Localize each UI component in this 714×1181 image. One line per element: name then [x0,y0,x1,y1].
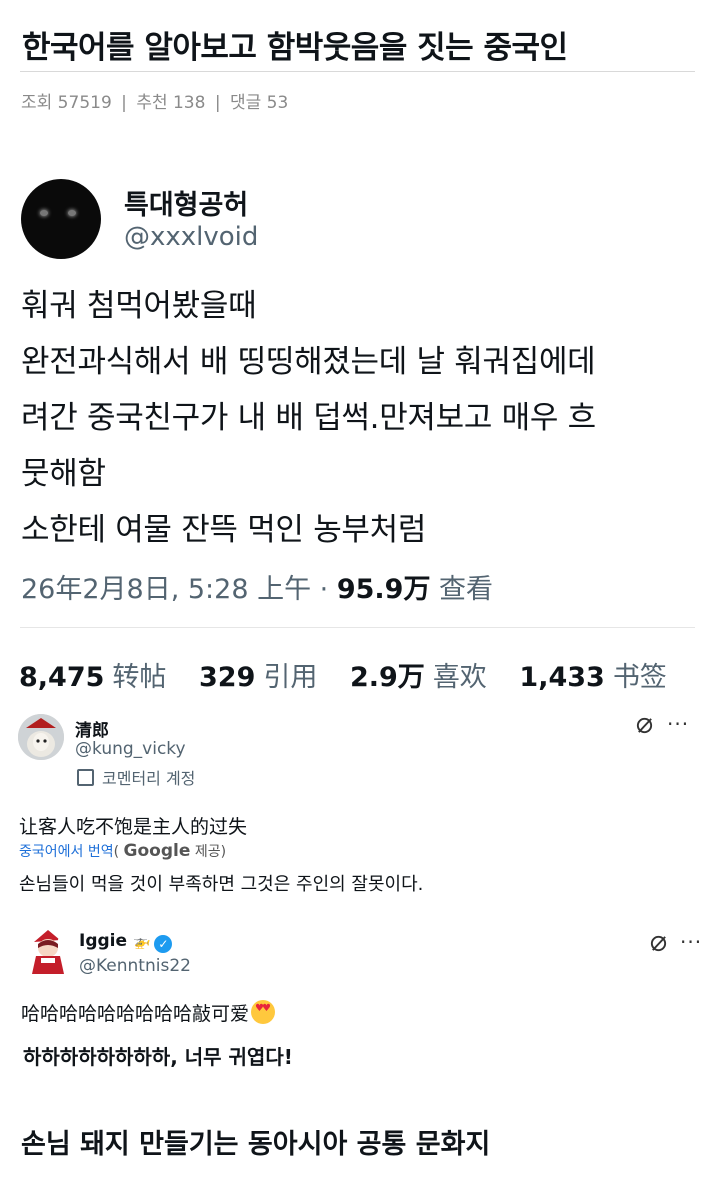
reply-author-name-text: Iggie [79,931,128,951]
reply-author-name[interactable]: 清郎 [75,716,109,741]
reply-text-content: 哈哈哈哈哈哈哈哈哈敲可爱 [21,1003,250,1025]
sheep-avatar-icon [18,714,64,760]
reply-translated-text: 하하하하하하하하, 너무 귀엽다! [23,1045,293,1069]
stat-label: 引用 [263,662,318,693]
avatar-eye [40,210,48,216]
stat-quotes[interactable]: 329 引用 [199,662,317,693]
stat-likes[interactable]: 2.9万 喜欢 [350,662,487,693]
comments-count[interactable]: 댓글 53 [230,93,288,113]
stat-value: 1,433 [519,662,605,693]
stat-reposts[interactable]: 8,475 转帖 [19,662,166,693]
post-meta: 조회 57519 | 추천 138 | 댓글 53 [21,88,288,113]
tweet-line: 려간 중국친구가 내 배 덥썩.만져보고 매우 흐 [21,400,596,436]
tweet-views-label: 查看 [430,574,494,605]
stat-label: 书签 [612,662,667,693]
reply-author-name[interactable]: Iggie 🚁 ✓ [79,931,173,953]
reply-author-handle[interactable]: @Kenntnis22 [79,956,191,976]
more-options-icon[interactable]: ··· [667,712,689,736]
document-icon [77,769,94,786]
no-reply-icon[interactable] [649,934,668,953]
title-divider [20,71,695,72]
commentary-badge: 코멘터리 계정 [77,765,195,789]
tweet-line: 훠궈 첨먹어봤을때 [21,288,257,324]
helicopter-emoji-icon: 🚁 [132,934,151,950]
stat-label: 喜欢 [432,662,487,693]
tweet-time[interactable]: 26年2月8日, 5:28 上午 · [21,574,337,605]
post-title: 한국어를 알아보고 함박웃음을 짓는 중국인 [22,30,568,66]
stat-label: 转帖 [112,662,167,693]
meta-separator: | [121,93,127,113]
tweet-timestamp: 26年2月8日, 5:28 上午 · 95.9万 查看 [21,567,493,606]
post-caption: 손님 돼지 만들기는 동아시아 공통 문화지 [21,1129,491,1160]
stat-value: 8,475 [19,662,105,693]
stat-value: 2.9万 [349,662,425,693]
anime-avatar-icon [32,930,64,974]
verified-badge-icon: ✓ [154,935,173,953]
reply-text: 让客人吃不饱是主人的过失 [19,816,248,838]
google-logo: Google [124,841,191,861]
tweet-text: 훠궈 첨먹어봤을때 완전과식해서 배 띵띵해졌는데 날 훠궈집에데 려간 중국친… [21,278,701,558]
stats-divider [20,627,695,628]
tweet-author-name[interactable]: 특대형공허 [124,183,248,222]
tweet-line: 완전과식해서 배 띵띵해졌는데 날 훠궈집에데 [21,344,596,380]
google-brand: Google [123,841,191,861]
tweet-views: 95.9万 [336,574,431,605]
recommend-count: 추천 138 [136,93,206,113]
tweet-line: 소한테 여물 잔뜩 먹인 농부처럼 [21,512,427,548]
reply-translated-text: 손님들이 먹을 것이 부족하면 그것은 주인의 잘못이다. [19,874,424,895]
stat-bookmarks[interactable]: 1,433 书签 [519,662,666,693]
translation-note: 중국어에서 번역( Google 제공) [19,841,226,861]
reply-author-handle[interactable]: @kung_vicky [75,739,186,759]
translate-link[interactable]: 중국어에서 번역 [19,844,114,860]
tweet-avatar[interactable] [21,179,101,259]
no-reply-icon[interactable] [635,716,654,735]
tweet-stats: 8,475 转帖 329 引用 2.9万 喜欢 1,433 书签 [19,655,691,694]
translate-open: ( [113,844,120,860]
more-options-icon[interactable]: ··· [680,930,702,954]
stat-value: 329 [199,662,256,693]
views-count: 조회 57519 [21,93,112,113]
avatar-eye [68,210,76,216]
tweet-author-handle[interactable]: @xxxlvoid [124,222,258,252]
meta-separator: | [214,93,221,113]
badge-label: 코멘터리 계정 [102,769,196,788]
translate-suffix: 제공) [190,844,227,860]
reply-text: 哈哈哈哈哈哈哈哈哈敲可爱 [21,999,276,1026]
reply-avatar[interactable] [18,714,64,760]
reply-avatar[interactable] [26,928,70,976]
heart-eyes-emoji-icon [251,1000,276,1024]
tweet-line: 뭇해함 [21,456,106,492]
